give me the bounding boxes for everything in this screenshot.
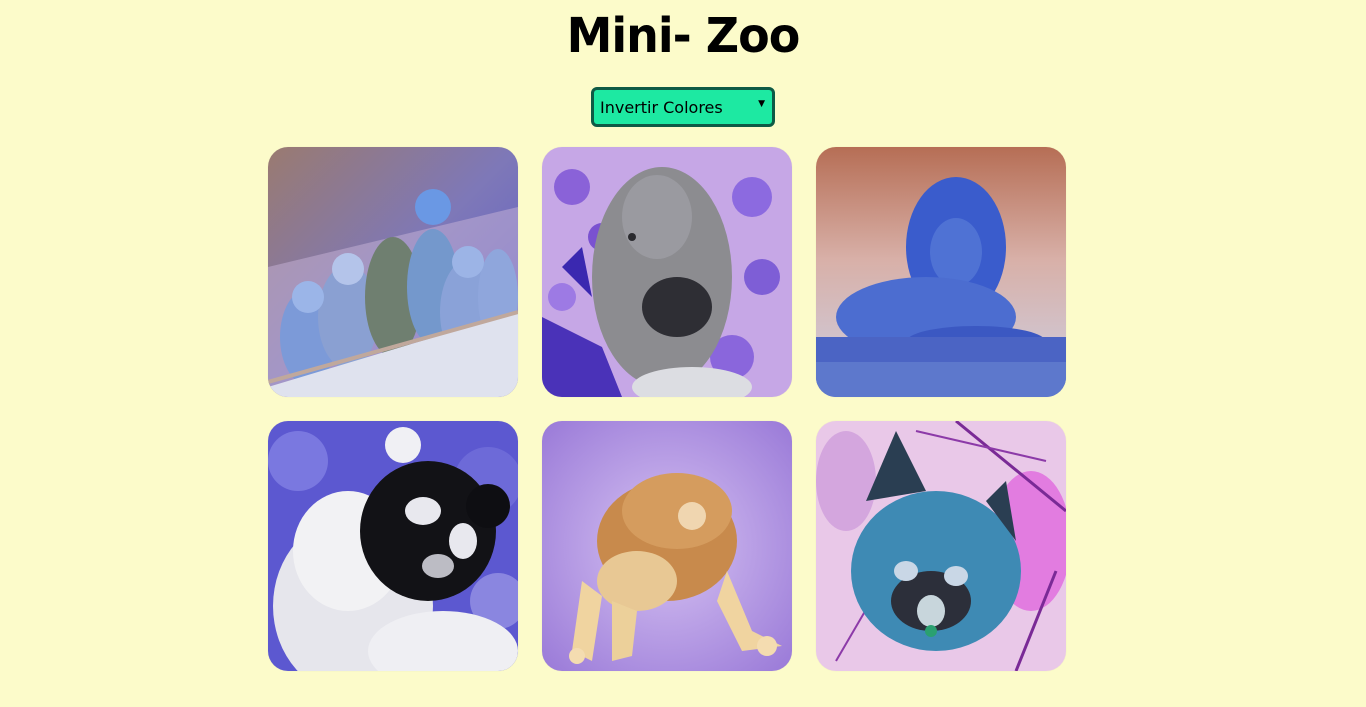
- gorilla-image[interactable]: [542, 147, 792, 397]
- birds-illustration: [268, 147, 518, 397]
- panda-image[interactable]: [268, 421, 518, 671]
- frog-image[interactable]: [542, 421, 792, 671]
- gorilla-illustration: [542, 147, 792, 397]
- dropdown-arrow-icon: ▼: [758, 99, 765, 109]
- lion-image[interactable]: [816, 147, 1066, 397]
- page-title: Mini- Zoo: [566, 6, 801, 64]
- lion-illustration: [816, 147, 1066, 397]
- panda-illustration: [268, 421, 518, 671]
- red-panda-illustration: [816, 421, 1066, 671]
- image-gallery: [268, 147, 1066, 671]
- birds-image[interactable]: [268, 147, 518, 397]
- red-panda-image[interactable]: [816, 421, 1066, 671]
- filter-select-value: Invertir Colores: [600, 97, 723, 117]
- filter-select[interactable]: Invertir Colores ▼: [591, 87, 775, 127]
- frog-illustration: [542, 421, 792, 671]
